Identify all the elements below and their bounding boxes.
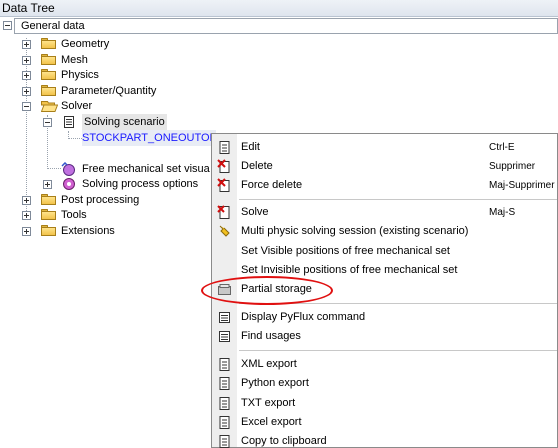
export-scroll-icon	[219, 397, 230, 410]
menu-item-xml-export[interactable]: XML export	[212, 355, 557, 374]
menu-item-set-visible[interactable]: Set Visible positions of free mechanical…	[212, 242, 557, 261]
expand-icon[interactable]	[22, 40, 31, 49]
folder-icon	[41, 225, 56, 236]
edit-scroll-icon	[219, 141, 230, 154]
expand-icon[interactable]	[22, 227, 31, 236]
panel-title: Data Tree	[2, 1, 55, 15]
tree-item-parameter-quantity[interactable]: Parameter/Quantity	[22, 83, 182, 99]
folder-icon	[41, 209, 56, 220]
multi-physic-icon	[219, 225, 230, 237]
menu-separator	[239, 199, 557, 200]
export-scroll-icon	[219, 358, 230, 371]
tree-item-solver[interactable]: Solver	[22, 98, 142, 114]
expand-icon[interactable]	[22, 56, 31, 65]
tree-guide-line	[68, 138, 82, 139]
export-scroll-icon	[219, 377, 230, 390]
expand-icon[interactable]	[43, 180, 52, 189]
collapse-general-data-icon[interactable]	[3, 21, 12, 30]
menu-separator	[239, 350, 557, 351]
delete-icon	[217, 159, 230, 173]
find-usages-icon	[219, 331, 230, 342]
partial-storage-highlight-ring	[201, 276, 333, 305]
tree-item-physics[interactable]: Physics	[22, 67, 142, 83]
document-icon	[219, 312, 230, 323]
tree-guide-line	[47, 168, 61, 169]
tree-item-stockpart[interactable]: STOCKPART_ONEOUTOF	[82, 130, 217, 146]
menu-item-delete[interactable]: Delete Supprimer	[212, 157, 557, 176]
menu-item-edit[interactable]: Edit Ctrl-E	[212, 138, 557, 157]
tree-item-solving-scenario[interactable]: Solving scenario	[43, 114, 183, 130]
menu-item-txt-export[interactable]: TXT export	[212, 394, 557, 413]
collapse-icon[interactable]	[43, 118, 52, 127]
expand-icon[interactable]	[22, 87, 31, 96]
tree-item-tools[interactable]: Tools	[22, 207, 142, 223]
mechanical-set-icon	[61, 162, 75, 176]
menu-item-excel-export[interactable]: Excel export	[212, 413, 557, 432]
folder-icon	[41, 194, 56, 205]
menu-item-copy-clipboard[interactable]: Copy to clipboard	[212, 432, 557, 448]
data-tree-titlebar: Data Tree	[0, 0, 558, 17]
tree-item-mesh[interactable]: Mesh	[22, 52, 142, 68]
options-icon	[63, 178, 75, 190]
collapse-icon[interactable]	[22, 102, 31, 111]
menu-item-force-delete[interactable]: Force delete Maj-Supprimer	[212, 176, 557, 195]
folder-icon	[41, 38, 56, 49]
folder-icon	[41, 85, 56, 96]
solve-icon	[217, 205, 230, 219]
force-delete-icon	[217, 178, 230, 192]
tree-item-geometry[interactable]: Geometry	[22, 36, 142, 52]
tree-item-general-data[interactable]: General data	[14, 18, 558, 34]
menu-item-find-usages[interactable]: Find usages	[212, 327, 557, 346]
menu-item-python-export[interactable]: Python export	[212, 374, 557, 393]
folder-icon	[41, 54, 56, 65]
menu-item-solve[interactable]: Solve Maj-S	[212, 203, 557, 222]
tree-item-extensions[interactable]: Extensions	[22, 223, 142, 239]
folder-icon	[41, 69, 56, 80]
menu-item-display-pyflux[interactable]: Display PyFlux command	[212, 308, 557, 327]
tree-item-free-mechanical-set[interactable]: Free mechanical set visua	[61, 161, 213, 177]
expand-icon[interactable]	[22, 71, 31, 80]
clipboard-scroll-icon	[219, 435, 230, 448]
tree-item-post-processing[interactable]: Post processing	[22, 192, 172, 208]
export-scroll-icon	[219, 416, 230, 429]
scroll-icon	[64, 116, 74, 128]
expand-icon[interactable]	[22, 196, 31, 205]
open-folder-icon	[41, 101, 58, 112]
menu-item-multi-physic[interactable]: Multi physic solving session (existing s…	[212, 222, 557, 241]
tree-item-solving-process-options[interactable]: Solving process options	[43, 176, 213, 192]
expand-icon[interactable]	[22, 211, 31, 220]
